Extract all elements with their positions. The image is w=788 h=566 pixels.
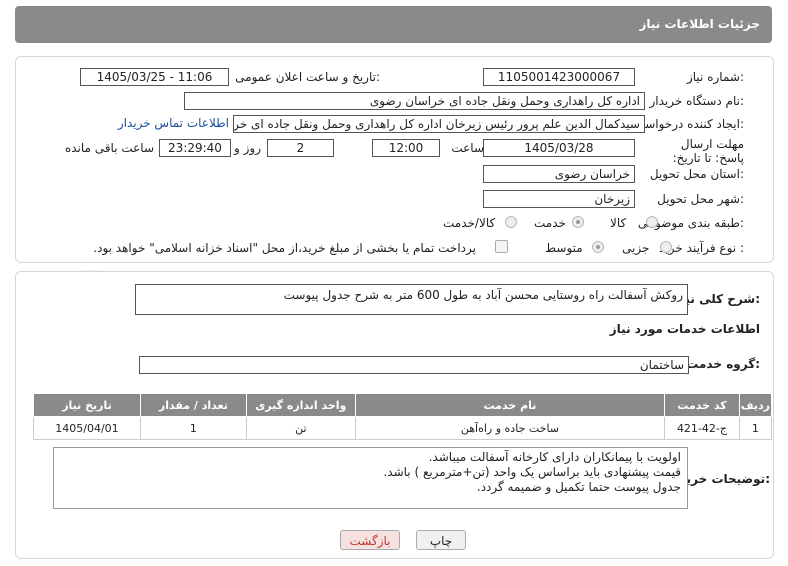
announce-label: تاریخ و ساعت اعلان عمومی: (235, 70, 380, 84)
category-radio-both[interactable] (505, 216, 517, 228)
province-label: استان محل تحویل: (649, 167, 744, 181)
services-table-header: ردیف کد خدمت نام خدمت واحد اندازه گیری ت… (33, 393, 773, 417)
deadline-date-field: 1405/03/28 (483, 139, 635, 157)
remaining-time-field: 23:29:40 (159, 139, 231, 157)
deadline-label: مهلت ارسال پاسخ: تا تاریخ: (672, 137, 744, 165)
page-header: جزئیات اطلاعات نیاز (15, 6, 772, 43)
description-field: روکش آسفالت راه روستایی محسن آباد به طول… (135, 284, 688, 315)
col-qty: تعداد / مقدار (139, 393, 247, 417)
buyer-note-line: قیمت پیشنهادی باید براساس یک واحد (تن+مت… (383, 465, 681, 479)
process-option-minor: جزیی (622, 241, 650, 255)
process-option-medium: متوسط (545, 241, 583, 255)
remaining-label: ساعت باقی مانده (64, 141, 154, 155)
creator-label: ایجاد کننده درخواست: (633, 117, 744, 131)
buyer-org-field: اداره کل راهداری وحمل ونقل جاده ای خراسا… (184, 92, 645, 110)
category-radio-goods[interactable] (646, 216, 658, 228)
category-option-both: کالا/خدمت (443, 216, 496, 230)
need-number-label: شماره نیاز: (686, 70, 744, 84)
creator-field: سیدکمال الدین علم پرور رئیس زیرخان اداره… (233, 115, 645, 133)
back-button[interactable]: بازگشت (340, 530, 400, 550)
col-unit: واحد اندازه گیری (245, 393, 356, 417)
buyer-note-line: جدول پیوست حتما تکمیل و ضمیمه گردد. (476, 480, 681, 494)
time-label: ساعت (451, 141, 484, 155)
process-radio-minor[interactable] (660, 241, 672, 253)
print-button[interactable]: چاپ (416, 530, 466, 550)
cell-name: ساخت جاده و راه‌آهن (354, 416, 666, 440)
services-table: ردیف کد خدمت نام خدمت واحد اندازه گیری ت… (33, 393, 773, 440)
category-option-service: خدمت (534, 216, 566, 230)
buyer-org-label: نام دستگاه خریدار: (649, 94, 745, 108)
province-field: خراسان رضوی (483, 165, 635, 183)
buyer-note-line: اولویت با پیمانکاران دارای کارخانه آسفال… (428, 450, 681, 464)
table-row: 1 ج-42-421 ساخت جاده و راه‌آهن تن 1 1405… (33, 416, 773, 440)
category-radio-service[interactable] (572, 216, 584, 228)
info-panel (15, 56, 774, 263)
cell-code: ج-42-421 (664, 416, 740, 440)
days-label: روز و (234, 141, 261, 155)
col-code: کد خدمت (664, 393, 740, 417)
buyer-notes-field[interactable]: اولویت با پیمانکاران دارای کارخانه آسفال… (53, 447, 688, 509)
cell-qty: 1 (139, 416, 247, 440)
page-title: جزئیات اطلاعات نیاز (639, 17, 760, 31)
city-field: زیرخان (483, 190, 635, 208)
contact-info-link[interactable]: اطلاعات تماس خریدار (118, 116, 229, 130)
service-group-field: ساختمان (139, 356, 689, 374)
city-label: شهر محل تحویل: (657, 192, 744, 206)
col-date: تاریخ نیاز (33, 393, 141, 417)
col-name: نام خدمت (354, 393, 666, 417)
treasury-checkbox[interactable] (495, 240, 508, 253)
cell-unit: تن (245, 416, 356, 440)
col-row: ردیف (738, 393, 773, 417)
days-field: 2 (267, 139, 334, 157)
process-radio-medium[interactable] (592, 241, 604, 253)
services-section-title: اطلاعات خدمات مورد نیاز (609, 322, 760, 336)
payment-note: پرداخت تمام یا بخشی از مبلغ خرید،از محل … (93, 241, 476, 255)
category-option-goods: کالا (610, 216, 627, 230)
deadline-time-field: 12:00 (372, 139, 440, 157)
service-group-label: گروه خدمت: (686, 357, 760, 371)
announce-field: 1405/03/25 - 11:06 (80, 68, 229, 86)
need-number-field: 1105001423000067 (483, 68, 635, 86)
cell-row: 1 (738, 416, 773, 440)
cell-date: 1405/04/01 (33, 416, 141, 440)
